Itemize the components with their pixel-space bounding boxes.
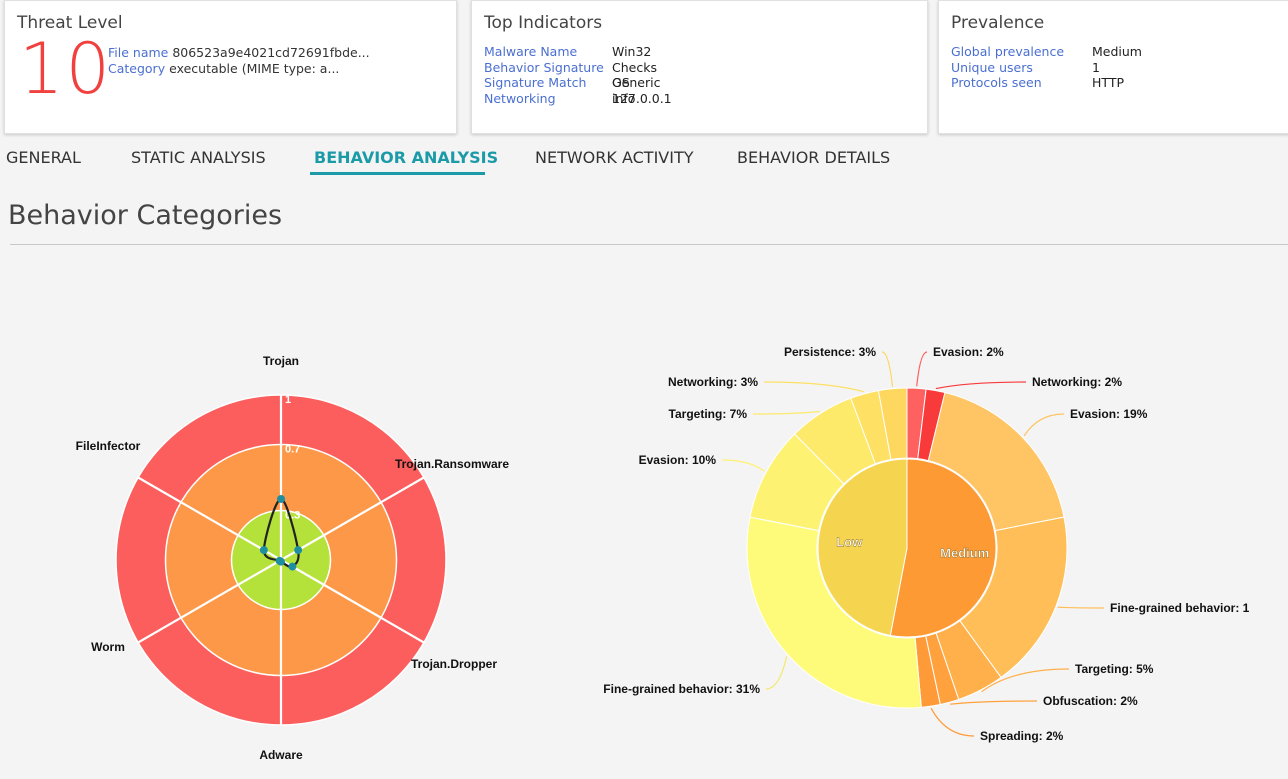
card-title: Prevalence xyxy=(951,13,1045,33)
indicator-label[interactable]: Signature Match xyxy=(484,75,586,91)
sunburst-label: Fine-grained behavior: 31% xyxy=(603,682,760,696)
file-name-label[interactable]: File name xyxy=(108,45,168,60)
prevalence-label[interactable]: Unique users xyxy=(951,60,1033,76)
radar-point[interactable] xyxy=(259,546,268,555)
sunburst-connector xyxy=(950,700,1038,705)
sunburst-connector xyxy=(916,351,928,387)
prevalence-label[interactable]: Protocols seen xyxy=(951,75,1042,91)
radar-point[interactable] xyxy=(277,494,285,503)
radar-point[interactable] xyxy=(275,556,284,565)
radar-point[interactable] xyxy=(294,546,303,555)
prevalence-row: Unique users 1 xyxy=(951,60,1100,76)
sunburst-connector xyxy=(721,459,765,472)
radar-axis-label: FileInfector xyxy=(76,439,141,453)
tab-static-analysis[interactable]: STATIC ANALYSIS xyxy=(131,148,266,167)
sunburst-label: Networking: 3% xyxy=(668,375,758,389)
section-title: Behavior Categories xyxy=(8,200,283,231)
file-name-row: File name 806523a9e4021cd72691fbde... xyxy=(108,45,370,60)
prevalence-card: Prevalence Global prevalence Medium Uniq… xyxy=(938,0,1288,134)
prevalence-value: 1 xyxy=(1092,59,1100,75)
sunburst-inner-label: Medium xyxy=(940,545,989,560)
top-indicators-card: Top Indicators Malware Name Win32 Behavi… xyxy=(471,0,928,134)
radar-axis-label: Trojan xyxy=(263,354,299,368)
category-label[interactable]: Category xyxy=(108,61,165,76)
sunburst-chart: Evasion: 2% Networking: 2% Evasion: 19% Fin… xyxy=(603,345,1250,743)
sunburst-label: Fine-grained behavior: 1 xyxy=(1110,601,1250,615)
tab-general[interactable]: GENERAL xyxy=(6,148,81,167)
category-row: Category executable (MIME type: a... xyxy=(108,61,339,76)
indicator-row: Signature Match Generic xyxy=(484,75,660,91)
category-value: executable (MIME type: a... xyxy=(169,61,340,76)
sunburst-connector xyxy=(1057,606,1105,609)
active-tab-indicator xyxy=(310,172,485,175)
indicator-value: Generic xyxy=(612,75,661,90)
tab-behavior-analysis[interactable]: BEHAVIOR ANALYSIS xyxy=(314,148,498,167)
indicator-row: Networking 127.0.0.1 xyxy=(484,91,672,107)
radar-axis-label: Worm xyxy=(91,640,125,654)
analysis-tabs: GENERAL STATIC ANALYSIS BEHAVIOR ANALYSI… xyxy=(0,148,1288,178)
sunburst-connector xyxy=(765,656,788,690)
sunburst-label: Obfuscation: 2% xyxy=(1043,694,1138,708)
sunburst-label: Evasion: 2% xyxy=(933,345,1004,359)
radar-axis-label: Adware xyxy=(259,748,303,762)
radar-axis-label: Trojan.Ransomware xyxy=(395,457,509,471)
file-name-value: 806523a9e4021cd72691fbde... xyxy=(172,45,370,60)
sunburst-connector xyxy=(930,707,975,737)
indicator-rows: Malware Name Win32 Behavior Signature Ch… xyxy=(484,44,672,107)
indicator-label[interactable]: Malware Name xyxy=(484,44,577,60)
prevalence-rows: Global prevalence Medium Unique users 1 … xyxy=(951,44,1142,91)
threat-level-value: 10 xyxy=(19,28,113,110)
sunburst-label: Spreading: 2% xyxy=(980,729,1064,743)
sunburst-connector xyxy=(1023,413,1065,437)
sunburst-label: Networking: 2% xyxy=(1032,375,1122,389)
sunburst-connector xyxy=(763,381,865,393)
prevalence-value: HTTP xyxy=(1092,75,1124,90)
indicator-label[interactable]: Behavior Signature xyxy=(484,60,604,76)
indicator-label[interactable]: Networking xyxy=(484,91,556,107)
radar-tick-label: 1 xyxy=(285,394,291,406)
tab-behavior-details[interactable]: BEHAVIOR DETAILS xyxy=(737,148,890,167)
sunburst-label: Evasion: 19% xyxy=(1070,407,1148,421)
radar-point[interactable] xyxy=(288,562,297,571)
sunburst-label: Persistence: 3% xyxy=(784,345,876,359)
sunburst-connector xyxy=(752,410,820,415)
radar-tick-label: 0.7 xyxy=(285,444,300,456)
section-divider xyxy=(10,244,1288,245)
prevalence-label[interactable]: Global prevalence xyxy=(951,44,1064,60)
sunburst-label: Evasion: 10% xyxy=(639,453,717,467)
prevalence-row: Protocols seen HTTP xyxy=(951,75,1124,91)
indicator-value: 127.0.0.1 xyxy=(612,90,672,106)
indicator-value: Win32 xyxy=(612,44,652,59)
radar-chart: 0.30.71 TrojanTrojan.RansomwareTrojan.Dr… xyxy=(76,354,510,762)
radar-axis-label: Trojan.Dropper xyxy=(411,657,497,671)
indicator-row: Malware Name Win32 xyxy=(484,44,651,60)
threat-level-card: Threat Level 10 File name 806523a9e4021c… xyxy=(4,0,457,134)
sunburst-connector xyxy=(881,351,894,387)
sunburst-connector xyxy=(935,381,1027,390)
card-title: Top Indicators xyxy=(484,13,603,33)
indicator-row: Behavior Signature Checks OS info xyxy=(484,60,657,106)
sunburst-label: Targeting: 5% xyxy=(1075,662,1154,676)
prevalence-row: Global prevalence Medium xyxy=(951,44,1142,60)
sunburst-inner-label: Low xyxy=(836,535,863,550)
sunburst-label: Targeting: 7% xyxy=(669,407,748,421)
tab-network-activity[interactable]: NETWORK ACTIVITY xyxy=(535,148,694,167)
prevalence-value: Medium xyxy=(1092,44,1142,59)
